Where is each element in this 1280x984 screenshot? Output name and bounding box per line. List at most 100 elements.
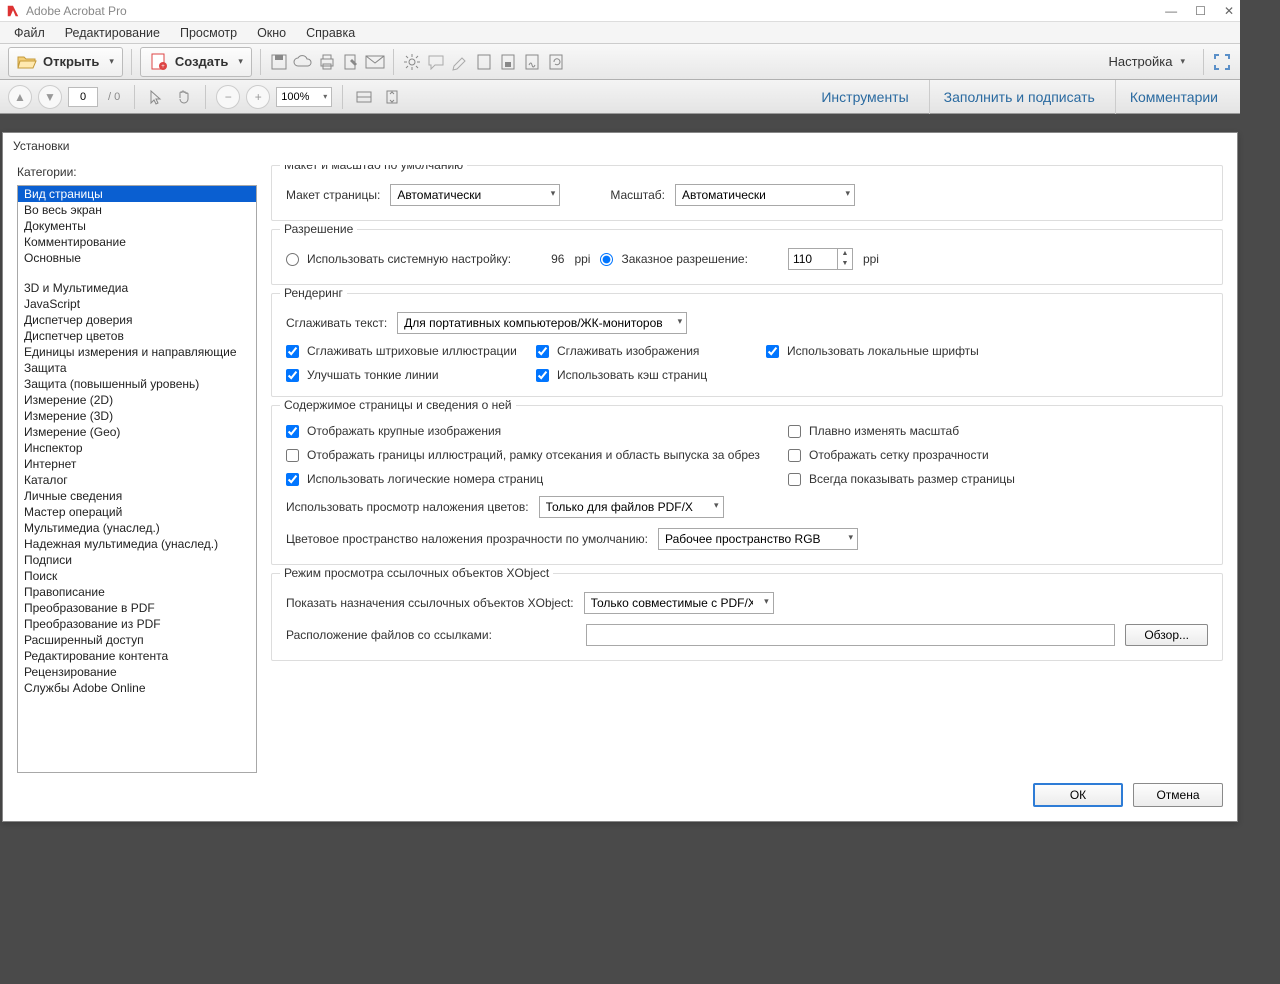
menu-edit[interactable]: Редактирование xyxy=(55,24,170,42)
comment-icon[interactable] xyxy=(426,52,446,72)
transparency-grid-checkbox[interactable]: Отображать сетку прозрачности xyxy=(788,448,1208,462)
category-item[interactable]: Мастер операций xyxy=(18,504,256,520)
customize-button[interactable]: Настройка xyxy=(1098,54,1195,69)
cancel-button[interactable]: Отмена xyxy=(1133,783,1223,807)
panel-comments[interactable]: Комментарии xyxy=(1115,80,1232,114)
category-item[interactable]: Редактирование контента xyxy=(18,648,256,664)
page-up-button[interactable]: ▲ xyxy=(8,85,32,109)
category-item[interactable]: Преобразование из PDF xyxy=(18,616,256,632)
show-page-size-checkbox[interactable]: Всегда показывать размер страницы xyxy=(788,472,1208,486)
close-icon[interactable]: ✕ xyxy=(1224,4,1234,18)
category-item[interactable]: Рецензирование xyxy=(18,664,256,680)
category-item[interactable]: Во весь экран xyxy=(18,202,256,218)
logical-page-numbers-checkbox[interactable]: Использовать логические номера страниц xyxy=(286,472,543,486)
resolution-spinner[interactable]: ▲▼ xyxy=(838,248,853,270)
page-number-input[interactable] xyxy=(68,87,98,107)
local-fonts-checkbox[interactable]: Использовать локальные шрифты xyxy=(766,344,979,358)
group-title-resolution: Разрешение xyxy=(280,222,357,236)
mail-icon[interactable] xyxy=(365,52,385,72)
menu-view[interactable]: Просмотр xyxy=(170,24,247,42)
pointer-icon[interactable] xyxy=(145,86,167,108)
sign-page-icon[interactable] xyxy=(522,52,542,72)
minimize-icon[interactable]: — xyxy=(1165,4,1177,18)
edit-doc-icon[interactable] xyxy=(341,52,361,72)
zoom-select[interactable]: Автоматически xyxy=(675,184,855,206)
overprint-select[interactable]: Только для файлов PDF/X xyxy=(539,496,724,518)
category-item[interactable]: Каталог xyxy=(18,472,256,488)
category-item[interactable]: Документы xyxy=(18,218,256,234)
category-item[interactable]: Подписи xyxy=(18,552,256,568)
fullscreen-icon[interactable] xyxy=(1212,52,1232,72)
menu-window[interactable]: Окно xyxy=(247,24,296,42)
system-resolution-radio[interactable]: Использовать системную настройку: xyxy=(286,252,511,266)
fit-width-icon[interactable] xyxy=(353,86,375,108)
category-item[interactable]: Личные сведения xyxy=(18,488,256,504)
refresh-page-icon[interactable] xyxy=(546,52,566,72)
gear-icon[interactable] xyxy=(402,52,422,72)
page-icon[interactable] xyxy=(474,52,494,72)
smooth-text-select[interactable]: Для портативных компьютеров/ЖК-мониторов xyxy=(397,312,687,334)
xobject-location-input[interactable] xyxy=(586,624,1115,646)
category-item[interactable]: Диспетчер доверия xyxy=(18,312,256,328)
category-item[interactable]: JavaScript xyxy=(18,296,256,312)
panel-tools[interactable]: Инструменты xyxy=(807,80,922,114)
custom-resolution-input[interactable] xyxy=(788,248,838,270)
category-item[interactable]: Интернет xyxy=(18,456,256,472)
hand-icon[interactable] xyxy=(173,86,195,108)
group-xobject: Режим просмотра ссылочных объектов XObje… xyxy=(271,573,1223,661)
art-boxes-checkbox[interactable]: Отображать границы иллюстраций, рамку от… xyxy=(286,448,760,462)
page-layout-select[interactable]: Автоматически xyxy=(390,184,560,206)
category-item[interactable]: Службы Adobe Online xyxy=(18,680,256,696)
category-item[interactable]: Измерение (3D) xyxy=(18,408,256,424)
print-icon[interactable] xyxy=(317,52,337,72)
category-item[interactable]: Надежная мультимедиа (унаслед.) xyxy=(18,536,256,552)
category-item[interactable]: Расширенный доступ xyxy=(18,632,256,648)
group-layout: Макет и масштаб по умолчанию Макет стран… xyxy=(271,165,1223,221)
category-item[interactable]: Защита (повышенный уровень) xyxy=(18,376,256,392)
category-item[interactable]: Диспетчер цветов xyxy=(18,328,256,344)
xobject-show-select[interactable]: Только совместимые с PDF/X-5 xyxy=(584,592,774,614)
category-item[interactable]: Правописание xyxy=(18,584,256,600)
category-item[interactable]: Мультимедиа (унаслед.) xyxy=(18,520,256,536)
category-item[interactable]: Вид страницы xyxy=(18,186,256,202)
custom-resolution-radio[interactable]: Заказное разрешение: xyxy=(600,252,748,266)
highlight-icon[interactable] xyxy=(450,52,470,72)
category-item[interactable]: Инспектор xyxy=(18,440,256,456)
category-item[interactable]: Комментирование xyxy=(18,234,256,250)
categories-list[interactable]: Вид страницыВо весь экранДокументыКоммен… xyxy=(17,185,257,773)
category-item[interactable]: Измерение (Geo) xyxy=(18,424,256,440)
lock-page-icon[interactable] xyxy=(498,52,518,72)
browse-button[interactable]: Обзор... xyxy=(1125,624,1208,646)
category-item[interactable]: Единицы измерения и направляющие xyxy=(18,344,256,360)
category-item[interactable]: 3D и Мультимедиа xyxy=(18,280,256,296)
category-item[interactable]: Основные xyxy=(18,250,256,266)
zoom-label: Масштаб: xyxy=(610,188,665,202)
smooth-zoom-checkbox[interactable]: Плавно изменять масштаб xyxy=(788,424,1208,438)
category-item[interactable]: Измерение (2D) xyxy=(18,392,256,408)
ok-button[interactable]: ОК xyxy=(1033,783,1123,807)
fit-page-icon[interactable] xyxy=(381,86,403,108)
panel-fill-sign[interactable]: Заполнить и подписать xyxy=(929,80,1109,114)
category-item[interactable]: Поиск xyxy=(18,568,256,584)
save-icon[interactable] xyxy=(269,52,289,72)
zoom-in-button[interactable]: + xyxy=(246,85,270,109)
cloud-icon[interactable] xyxy=(293,52,313,72)
smooth-images-checkbox[interactable]: Сглаживать изображения xyxy=(536,344,756,358)
zoom-input[interactable]: 100% xyxy=(276,87,332,107)
maximize-icon[interactable]: ☐ xyxy=(1195,4,1206,18)
create-button[interactable]: + Создать xyxy=(140,47,252,77)
category-item[interactable]: Защита xyxy=(18,360,256,376)
transparency-space-select[interactable]: Рабочее пространство RGB xyxy=(658,528,858,550)
zoom-out-button[interactable]: − xyxy=(216,85,240,109)
xobject-location-label: Расположение файлов со ссылками: xyxy=(286,628,576,642)
category-item[interactable]: Преобразование в PDF xyxy=(18,600,256,616)
menu-help[interactable]: Справка xyxy=(296,24,365,42)
page-cache-checkbox[interactable]: Использовать кэш страниц xyxy=(536,368,707,382)
thin-lines-checkbox[interactable]: Улучшать тонкие линии xyxy=(286,368,526,382)
large-images-checkbox[interactable]: Отображать крупные изображения xyxy=(286,424,501,438)
open-button[interactable]: Открыть xyxy=(8,47,123,77)
menu-file[interactable]: Файл xyxy=(4,24,55,42)
smooth-lineart-checkbox[interactable]: Сглаживать штриховые иллюстрации xyxy=(286,344,526,358)
menubar: Файл Редактирование Просмотр Окно Справк… xyxy=(0,22,1240,44)
page-down-button[interactable]: ▼ xyxy=(38,85,62,109)
